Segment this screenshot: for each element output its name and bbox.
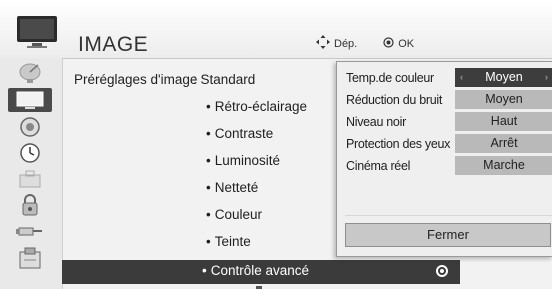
advanced-settings-popup: Temp.de couleur ‹ Moyen › Réduction du b… [336, 61, 552, 257]
real-cinema-value[interactable]: Marche [455, 156, 552, 175]
picture-preset-value: : Standard [193, 72, 256, 87]
popup-row-noise-reduction[interactable]: Réduction du bruit Moyen [337, 90, 552, 110]
popup-row-color-temp[interactable]: Temp.de couleur ‹ Moyen › [337, 68, 552, 88]
popup-divider [345, 215, 552, 216]
black-level-value[interactable]: Haut [455, 112, 552, 131]
picture-preset-label[interactable]: Préréglages d'image [74, 72, 197, 87]
move-hint-label: Dép. [334, 37, 358, 50]
menu-item-color[interactable]: Couleur [206, 207, 262, 222]
popup-row-eye-protection[interactable]: Protection des yeux Arrêt [337, 134, 552, 154]
black-level-label: Niveau noir [346, 115, 406, 129]
page-title: IMAGE [78, 33, 149, 56]
selected-radio-icon [436, 265, 448, 277]
usb-media-icon[interactable] [8, 246, 52, 270]
arrow-left-icon[interactable]: ‹ [460, 68, 463, 87]
menu-item-sharpness[interactable]: Netteté [206, 180, 259, 195]
input-cable-icon[interactable] [8, 219, 52, 243]
picture-menu-screen: IMAGE Dép. OK Préréglages d'image: Stan… [0, 0, 552, 289]
noise-reduction-label: Réduction du bruit [346, 93, 443, 107]
ok-hint-label: OK [398, 37, 415, 50]
padlock-icon[interactable] [8, 193, 52, 217]
navigation-help: Dép. OK [316, 35, 414, 52]
lock-icon[interactable] [8, 167, 52, 191]
popup-row-real-cinema[interactable]: Cinéma réel Marche [337, 156, 552, 176]
color-temp-label: Temp.de couleur [346, 71, 434, 85]
move-arrows-icon [316, 35, 330, 52]
arrow-right-icon[interactable]: › [545, 68, 548, 87]
picture-icon[interactable] [8, 88, 52, 112]
menu-item-tint[interactable]: Teinte [206, 234, 251, 249]
real-cinema-label: Cinéma réel [346, 159, 411, 173]
menu-item-backlight[interactable]: Rétro-éclairage [206, 99, 307, 114]
ok-button-icon [383, 36, 394, 51]
close-button[interactable]: Fermer [345, 223, 551, 247]
tv-icon [15, 12, 59, 52]
menu-item-contrast[interactable]: Contraste [206, 126, 274, 141]
menu-item-advanced-control[interactable]: Contrôle avancé [62, 260, 460, 284]
color-temp-value-text: Moyen [485, 70, 523, 84]
eye-protection-value[interactable]: Arrêt [455, 134, 552, 153]
color-temp-value[interactable]: ‹ Moyen › [455, 68, 552, 87]
clock-icon[interactable] [8, 141, 52, 165]
ok-hint: OK [383, 36, 415, 51]
menu-item-brightness[interactable]: Luminosité [206, 153, 280, 168]
speaker-icon[interactable] [8, 115, 52, 139]
popup-row-black-level[interactable]: Niveau noir Haut [337, 112, 552, 132]
menu-header: IMAGE Dép. OK [0, 0, 552, 59]
category-sidebar [0, 58, 63, 289]
menu-item-advanced-control-label: Contrôle avancé [202, 263, 309, 278]
noise-reduction-value[interactable]: Moyen [455, 90, 552, 109]
eye-protection-label: Protection des yeux [346, 137, 451, 151]
satellite-dish-icon[interactable] [8, 61, 52, 85]
